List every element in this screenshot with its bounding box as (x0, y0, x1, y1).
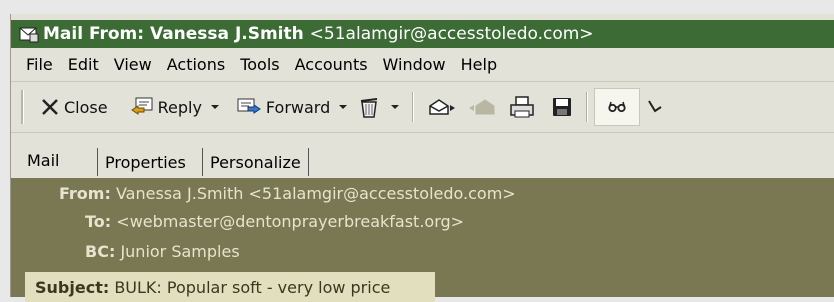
close-icon (42, 99, 58, 115)
reply-dropdown-arrow[interactable] (206, 89, 224, 125)
forward-button[interactable]: Forward (232, 89, 334, 125)
tab-properties[interactable]: Properties (97, 148, 193, 176)
open-envelope-next-icon (429, 99, 456, 115)
subject-label: Subject: (35, 277, 110, 297)
tab-mail[interactable]: Mail (19, 144, 68, 176)
bc-row: BC: Junior Samples (85, 242, 240, 261)
subject-row: Subject: BULK: Popular soft - very low p… (25, 272, 435, 302)
subject-value: BULK: Popular soft - very low price (114, 277, 391, 297)
toolbar-separator (412, 92, 415, 122)
menu-actions[interactable]: Actions (160, 55, 232, 74)
bc-label: BC: (85, 242, 116, 261)
to-row: To: <webmaster@dentonprayerbreakfast.org… (85, 212, 464, 231)
floppy-disk-icon (553, 98, 572, 116)
menu-accounts[interactable]: Accounts (288, 55, 375, 74)
message-header-pane: From: Vanessa J.Smith <51alamgir@accesst… (11, 178, 834, 302)
reply-icon (130, 97, 153, 115)
security-button[interactable] (594, 88, 641, 126)
menu-window[interactable]: Window (376, 55, 453, 74)
forward-label: Forward (265, 97, 331, 117)
menu-help[interactable]: Help (454, 55, 504, 74)
message-tabs: Mail Properties Personalize (11, 142, 834, 178)
security-glasses-icon (608, 101, 626, 113)
junk-button[interactable] (644, 89, 666, 125)
close-button[interactable]: Close (36, 89, 112, 125)
title-bar[interactable]: Mail From: Vanessa J.Smith <51alamgir@ac… (11, 20, 834, 48)
save-button[interactable] (544, 89, 580, 125)
to-label: To: (85, 212, 112, 231)
delete-button[interactable] (354, 89, 384, 125)
menu-bar: File Edit View Actions Tools Accounts Wi… (11, 52, 834, 76)
envelope-previous-icon (469, 99, 495, 115)
print-button[interactable] (504, 89, 540, 125)
to-value[interactable]: <webmaster@dentonprayerbreakfast.org> (116, 212, 464, 231)
menu-view[interactable]: View (107, 55, 159, 74)
toolbar: Close Reply Forward (11, 81, 834, 133)
chevron-down-icon (339, 105, 348, 109)
printer-icon (510, 96, 534, 118)
trash-icon (361, 98, 378, 118)
next-message-button[interactable] (424, 89, 460, 125)
tab-personalize[interactable]: Personalize (202, 148, 309, 176)
delete-dropdown-arrow[interactable] (386, 89, 404, 125)
reply-label: Reply (157, 97, 202, 117)
message-window: Mail From: Vanessa J.Smith <51alamgir@ac… (10, 14, 834, 302)
menu-edit[interactable]: Edit (61, 55, 106, 74)
window-title: Mail From: Vanessa J.Smith <51alamgir@ac… (43, 24, 594, 44)
menu-file[interactable]: File (19, 55, 60, 74)
chevron-down-icon (391, 105, 400, 109)
previous-message-button[interactable] (464, 89, 500, 125)
toolbar-grip[interactable] (21, 90, 24, 124)
forward-icon (237, 98, 261, 114)
reply-button[interactable]: Reply (126, 89, 206, 125)
close-label: Close (64, 97, 108, 117)
toolbar-separator (586, 92, 589, 122)
chevron-down-icon (210, 105, 219, 109)
from-label: From: (59, 184, 111, 203)
mail-app-icon (19, 27, 39, 43)
from-value[interactable]: Vanessa J.Smith <51alamgir@accesstoledo.… (116, 184, 516, 203)
menu-tools[interactable]: Tools (233, 55, 286, 74)
bc-value[interactable]: Junior Samples (120, 242, 239, 261)
junk-status-icon (648, 100, 662, 113)
from-row: From: Vanessa J.Smith <51alamgir@accesst… (59, 184, 516, 203)
forward-dropdown-arrow[interactable] (334, 89, 352, 125)
